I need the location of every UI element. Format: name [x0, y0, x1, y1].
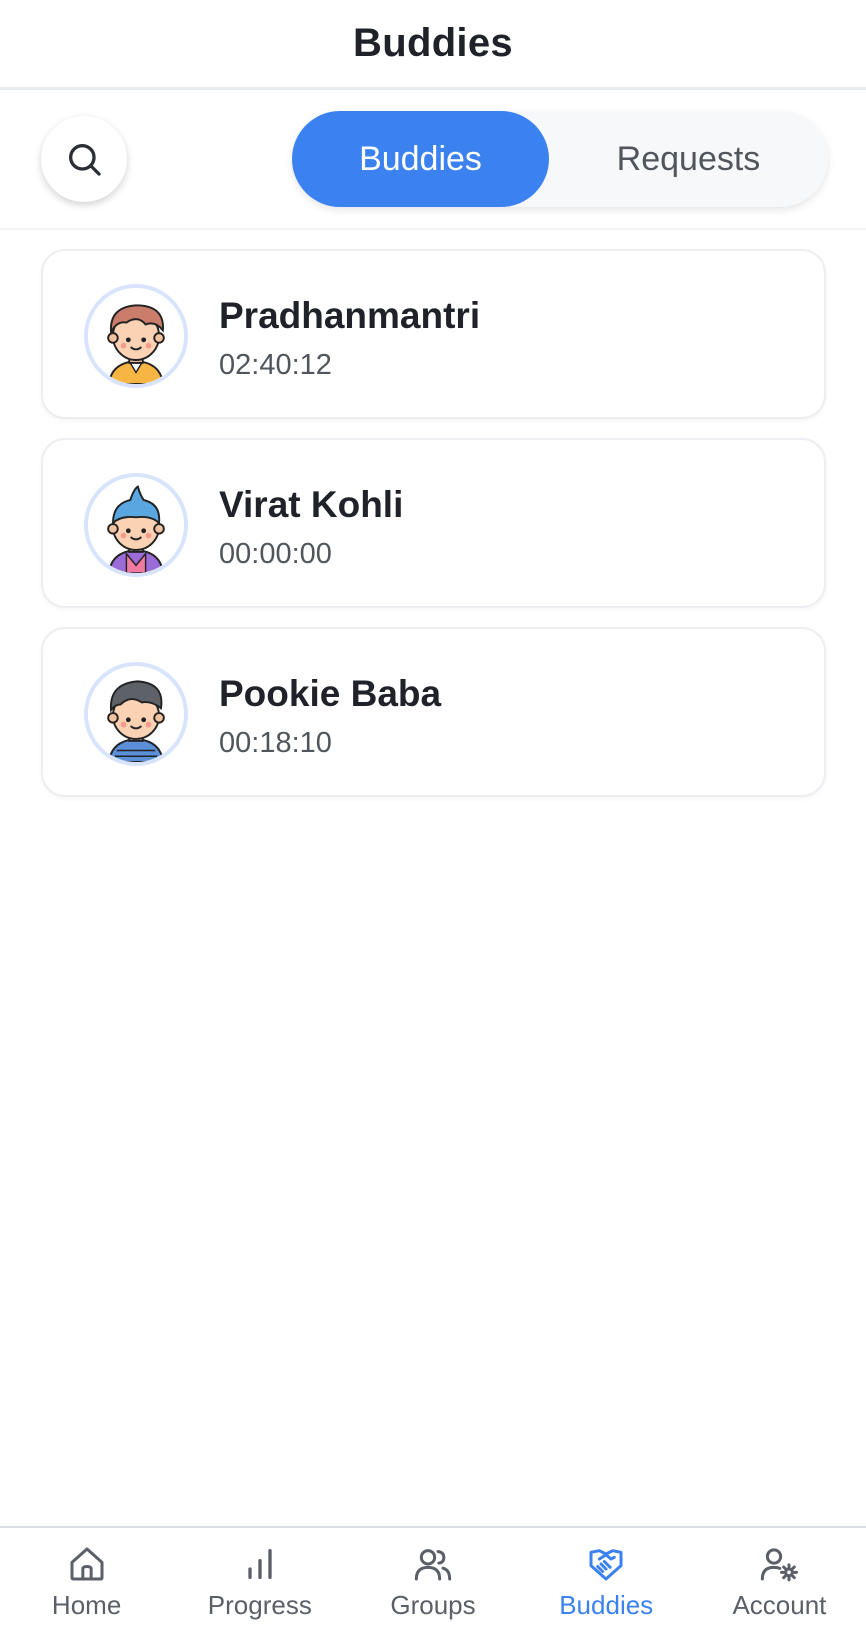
buddy-time: 00:00:00 [219, 538, 332, 570]
bar-chart-icon [248, 1549, 272, 1579]
nav-item-progress[interactable]: Progress [173, 1528, 346, 1632]
toolbar: Buddies Requests [0, 90, 866, 230]
home-icon [70, 1547, 104, 1581]
boy-brown-hair-avatar-icon [88, 288, 184, 384]
nav-label: Progress [207, 1590, 312, 1620]
users-icon [414, 1549, 452, 1581]
tab-buddies[interactable]: Buddies [292, 111, 549, 207]
nav-label: Groups [390, 1590, 476, 1620]
nav-item-account[interactable]: Account [693, 1528, 866, 1632]
buddy-name: Pookie Baba [219, 673, 442, 714]
buddy-name: Pradhanmantri [219, 295, 481, 336]
buddy-card[interactable]: Pookie Baba 00:18:10 [41, 627, 826, 797]
avatar [84, 662, 188, 766]
nav-item-groups[interactable]: Groups [346, 1528, 519, 1632]
nav-label: Home [51, 1590, 122, 1620]
buddy-card[interactable]: Pradhanmantri 02:40:12 [41, 249, 826, 419]
buddy-time: 00:18:10 [219, 727, 332, 759]
tab-switcher: Buddies Requests [292, 111, 828, 207]
nav-item-buddies[interactable]: Buddies [520, 1528, 693, 1632]
page-title: Buddies [353, 21, 513, 65]
nav-label: Account [732, 1590, 827, 1620]
bottom-nav: Home Progress Groups Buddies Account [0, 1526, 866, 1632]
buddy-card[interactable]: Virat Kohli 00:00:00 [41, 438, 826, 608]
nav-item-home[interactable]: Home [0, 1528, 173, 1632]
boy-blue-hair-avatar-icon [88, 477, 184, 573]
search-icon [69, 144, 101, 176]
boy-gray-hair-avatar-icon [88, 666, 184, 762]
search-button[interactable] [41, 116, 127, 202]
tab-requests[interactable]: Requests [549, 111, 828, 207]
avatar [84, 284, 188, 388]
user-settings-icon [761, 1548, 799, 1582]
app-header: Buddies [0, 0, 866, 90]
handshake-icon [589, 1549, 623, 1581]
buddy-time: 02:40:12 [219, 349, 332, 381]
avatar [84, 473, 188, 577]
buddy-list: Pradhanmantri 02:40:12 Virat Kohli 00:00… [41, 249, 826, 816]
buddy-name: Virat Kohli [219, 484, 404, 525]
nav-label: Buddies [559, 1590, 654, 1620]
